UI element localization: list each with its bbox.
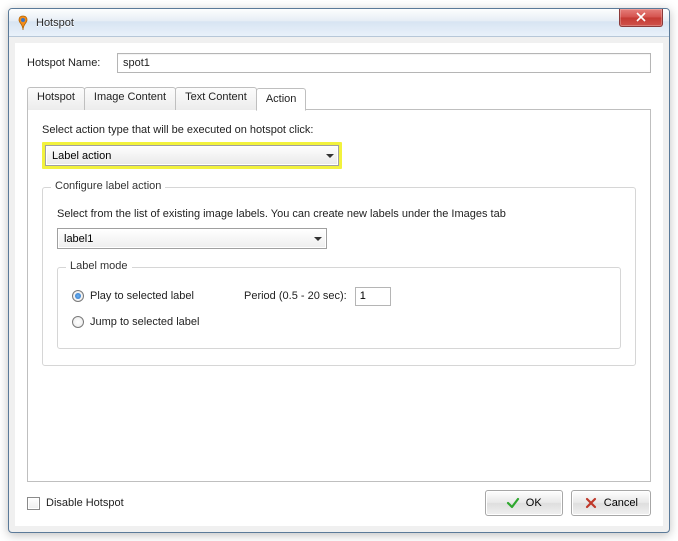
hotspot-name-row: Hotspot Name: (27, 53, 651, 73)
label-dropdown-value: label1 (64, 233, 93, 245)
label-dropdown[interactable]: label1 (57, 228, 327, 249)
chevron-down-icon (326, 154, 334, 158)
dialog-body: Hotspot Name: Hotspot Image Content Text… (15, 43, 663, 526)
period-input[interactable] (355, 287, 391, 306)
tab-headers: Hotspot Image Content Text Content Actio… (27, 87, 651, 110)
close-button[interactable] (619, 9, 663, 27)
tab-action[interactable]: Action (256, 88, 307, 111)
check-icon (506, 496, 520, 510)
radio-play-to-label[interactable] (72, 290, 84, 302)
action-type-value: Label action (52, 150, 111, 162)
configure-hint: Select from the list of existing image l… (57, 208, 621, 220)
tab-pane-action: Select action type that will be executed… (27, 109, 651, 482)
cancel-button[interactable]: Cancel (571, 490, 651, 516)
chevron-down-icon (314, 237, 322, 241)
label-mode-group: Label mode Play to selected label Period… (57, 267, 621, 349)
app-icon (15, 15, 31, 31)
radio-jump-to-label[interactable] (72, 316, 84, 328)
configure-label-action-group: Configure label action Select from the l… (42, 187, 636, 366)
label-mode-legend: Label mode (66, 260, 132, 272)
dialog-window: Hotspot Hotspot Name: Hotspot Image Cont… (8, 8, 670, 533)
close-icon (636, 12, 646, 22)
radio-play-row: Play to selected label Period (0.5 - 20 … (72, 286, 606, 306)
ok-label: OK (526, 497, 542, 509)
hotspot-name-input[interactable] (117, 53, 651, 73)
radio-play-label: Play to selected label (90, 290, 240, 302)
dialog-footer: Disable Hotspot OK Cancel (27, 482, 651, 516)
action-type-dropdown[interactable]: Label action (45, 145, 339, 166)
action-prompt: Select action type that will be executed… (42, 124, 636, 136)
tab-text-content[interactable]: Text Content (175, 87, 257, 110)
titlebar[interactable]: Hotspot (9, 9, 669, 37)
cancel-icon (584, 496, 598, 510)
action-type-highlight: Label action (42, 142, 342, 169)
ok-button[interactable]: OK (485, 490, 563, 516)
radio-jump-row: Jump to selected label (72, 312, 606, 332)
disable-hotspot-label: Disable Hotspot (46, 497, 124, 509)
hotspot-name-label: Hotspot Name: (27, 57, 117, 69)
window-title: Hotspot (36, 17, 619, 29)
period-label: Period (0.5 - 20 sec): (244, 290, 347, 302)
disable-hotspot-checkbox[interactable] (27, 497, 40, 510)
cancel-label: Cancel (604, 497, 638, 509)
configure-legend: Configure label action (51, 180, 165, 192)
tab-image-content[interactable]: Image Content (84, 87, 176, 110)
radio-jump-label: Jump to selected label (90, 316, 199, 328)
tabs: Hotspot Image Content Text Content Actio… (27, 87, 651, 482)
tab-hotspot[interactable]: Hotspot (27, 87, 85, 110)
